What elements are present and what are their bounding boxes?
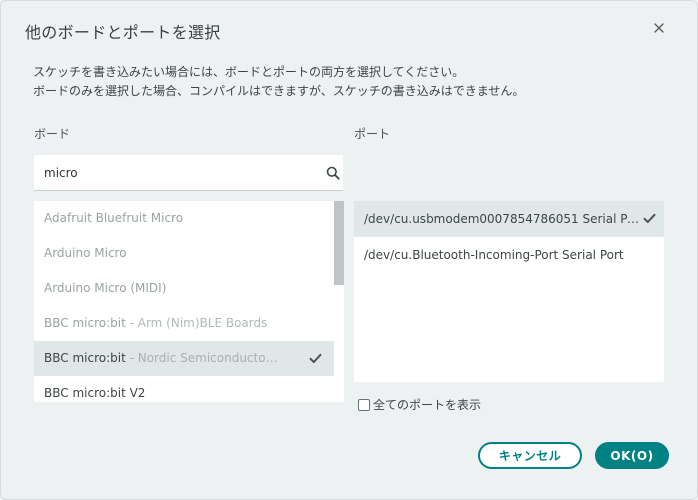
board-name: Arduino Micro — [44, 246, 127, 260]
port-name: /dev/cu.Bluetooth-Incoming-Port Serial P… — [364, 248, 624, 262]
board-list-scrollbar-thumb[interactable] — [334, 201, 344, 285]
select-board-port-dialog: 他のボードとポートを選択 スケッチを書き込みたい場合には、ボードとポートの両方を… — [0, 0, 698, 500]
board-list-item[interactable]: Arduino Micro — [34, 236, 344, 271]
board-name: BBC micro:bit — [44, 351, 126, 365]
board-search-box — [34, 155, 343, 191]
checkmark-icon — [643, 201, 656, 236]
board-list-item[interactable]: Adafruit Bluefruit Micro — [34, 201, 344, 236]
port-list-item[interactable]: /dev/cu.Bluetooth-Incoming-Port Serial P… — [354, 237, 664, 273]
board-package: - Arm (Nim)BLE Boards — [125, 316, 268, 330]
description-line-1: スケッチを書き込みたい場合には、ボードとポートの両方を選択してください。 — [33, 65, 465, 79]
ok-button[interactable]: OK(O) — [595, 442, 669, 469]
close-icon[interactable] — [651, 20, 667, 36]
show-all-ports-option[interactable]: 全てのポートを表示 — [358, 396, 481, 413]
port-list-item[interactable]: /dev/cu.usbmodem0007854786051 Serial Por… — [354, 201, 664, 237]
board-list: Adafruit Bluefruit Micro Arduino Micro Ard… — [34, 201, 344, 402]
show-all-ports-checkbox[interactable] — [358, 398, 370, 411]
board-name: Adafruit Bluefruit Micro — [44, 211, 184, 225]
ports-label: ポート — [354, 127, 391, 141]
cancel-button[interactable]: キャンセル — [478, 442, 582, 469]
search-icon[interactable] — [326, 166, 340, 180]
port-list: /dev/cu.usbmodem0007854786051 Serial Por… — [354, 201, 664, 382]
board-package: - Nordic Semiconducto… — [125, 351, 278, 365]
dialog-title: 他のボードとポートを選択 — [25, 23, 221, 42]
boards-label: ボード — [34, 127, 71, 141]
board-list-item[interactable]: BBC micro:bit - Arm (Nim)BLE Boards — [34, 306, 344, 341]
checkmark-icon — [309, 341, 322, 376]
board-list-item[interactable]: BBC micro:bit V2 — [34, 376, 344, 402]
show-all-ports-label: 全てのポートを表示 — [373, 398, 482, 412]
board-name: BBC micro:bit V2 — [44, 386, 146, 400]
board-list-item[interactable]: Arduino Micro (MIDI) — [34, 271, 344, 306]
description-line-2: ボードのみを選択した場合、コンパイルはできますが、スケッチの書き込みはできません… — [33, 84, 525, 98]
board-search-input[interactable] — [44, 155, 314, 190]
port-name: /dev/cu.usbmodem0007854786051 Serial Por… — [364, 212, 640, 226]
board-list-item[interactable]: BBC micro:bit - Nordic Semiconducto… — [34, 341, 344, 376]
dialog-description: スケッチを書き込みたい場合には、ボードとポートの両方を選択してください。 ボード… — [33, 63, 524, 101]
board-name: Arduino Micro (MIDI) — [44, 281, 167, 295]
board-name: BBC micro:bit — [44, 316, 126, 330]
